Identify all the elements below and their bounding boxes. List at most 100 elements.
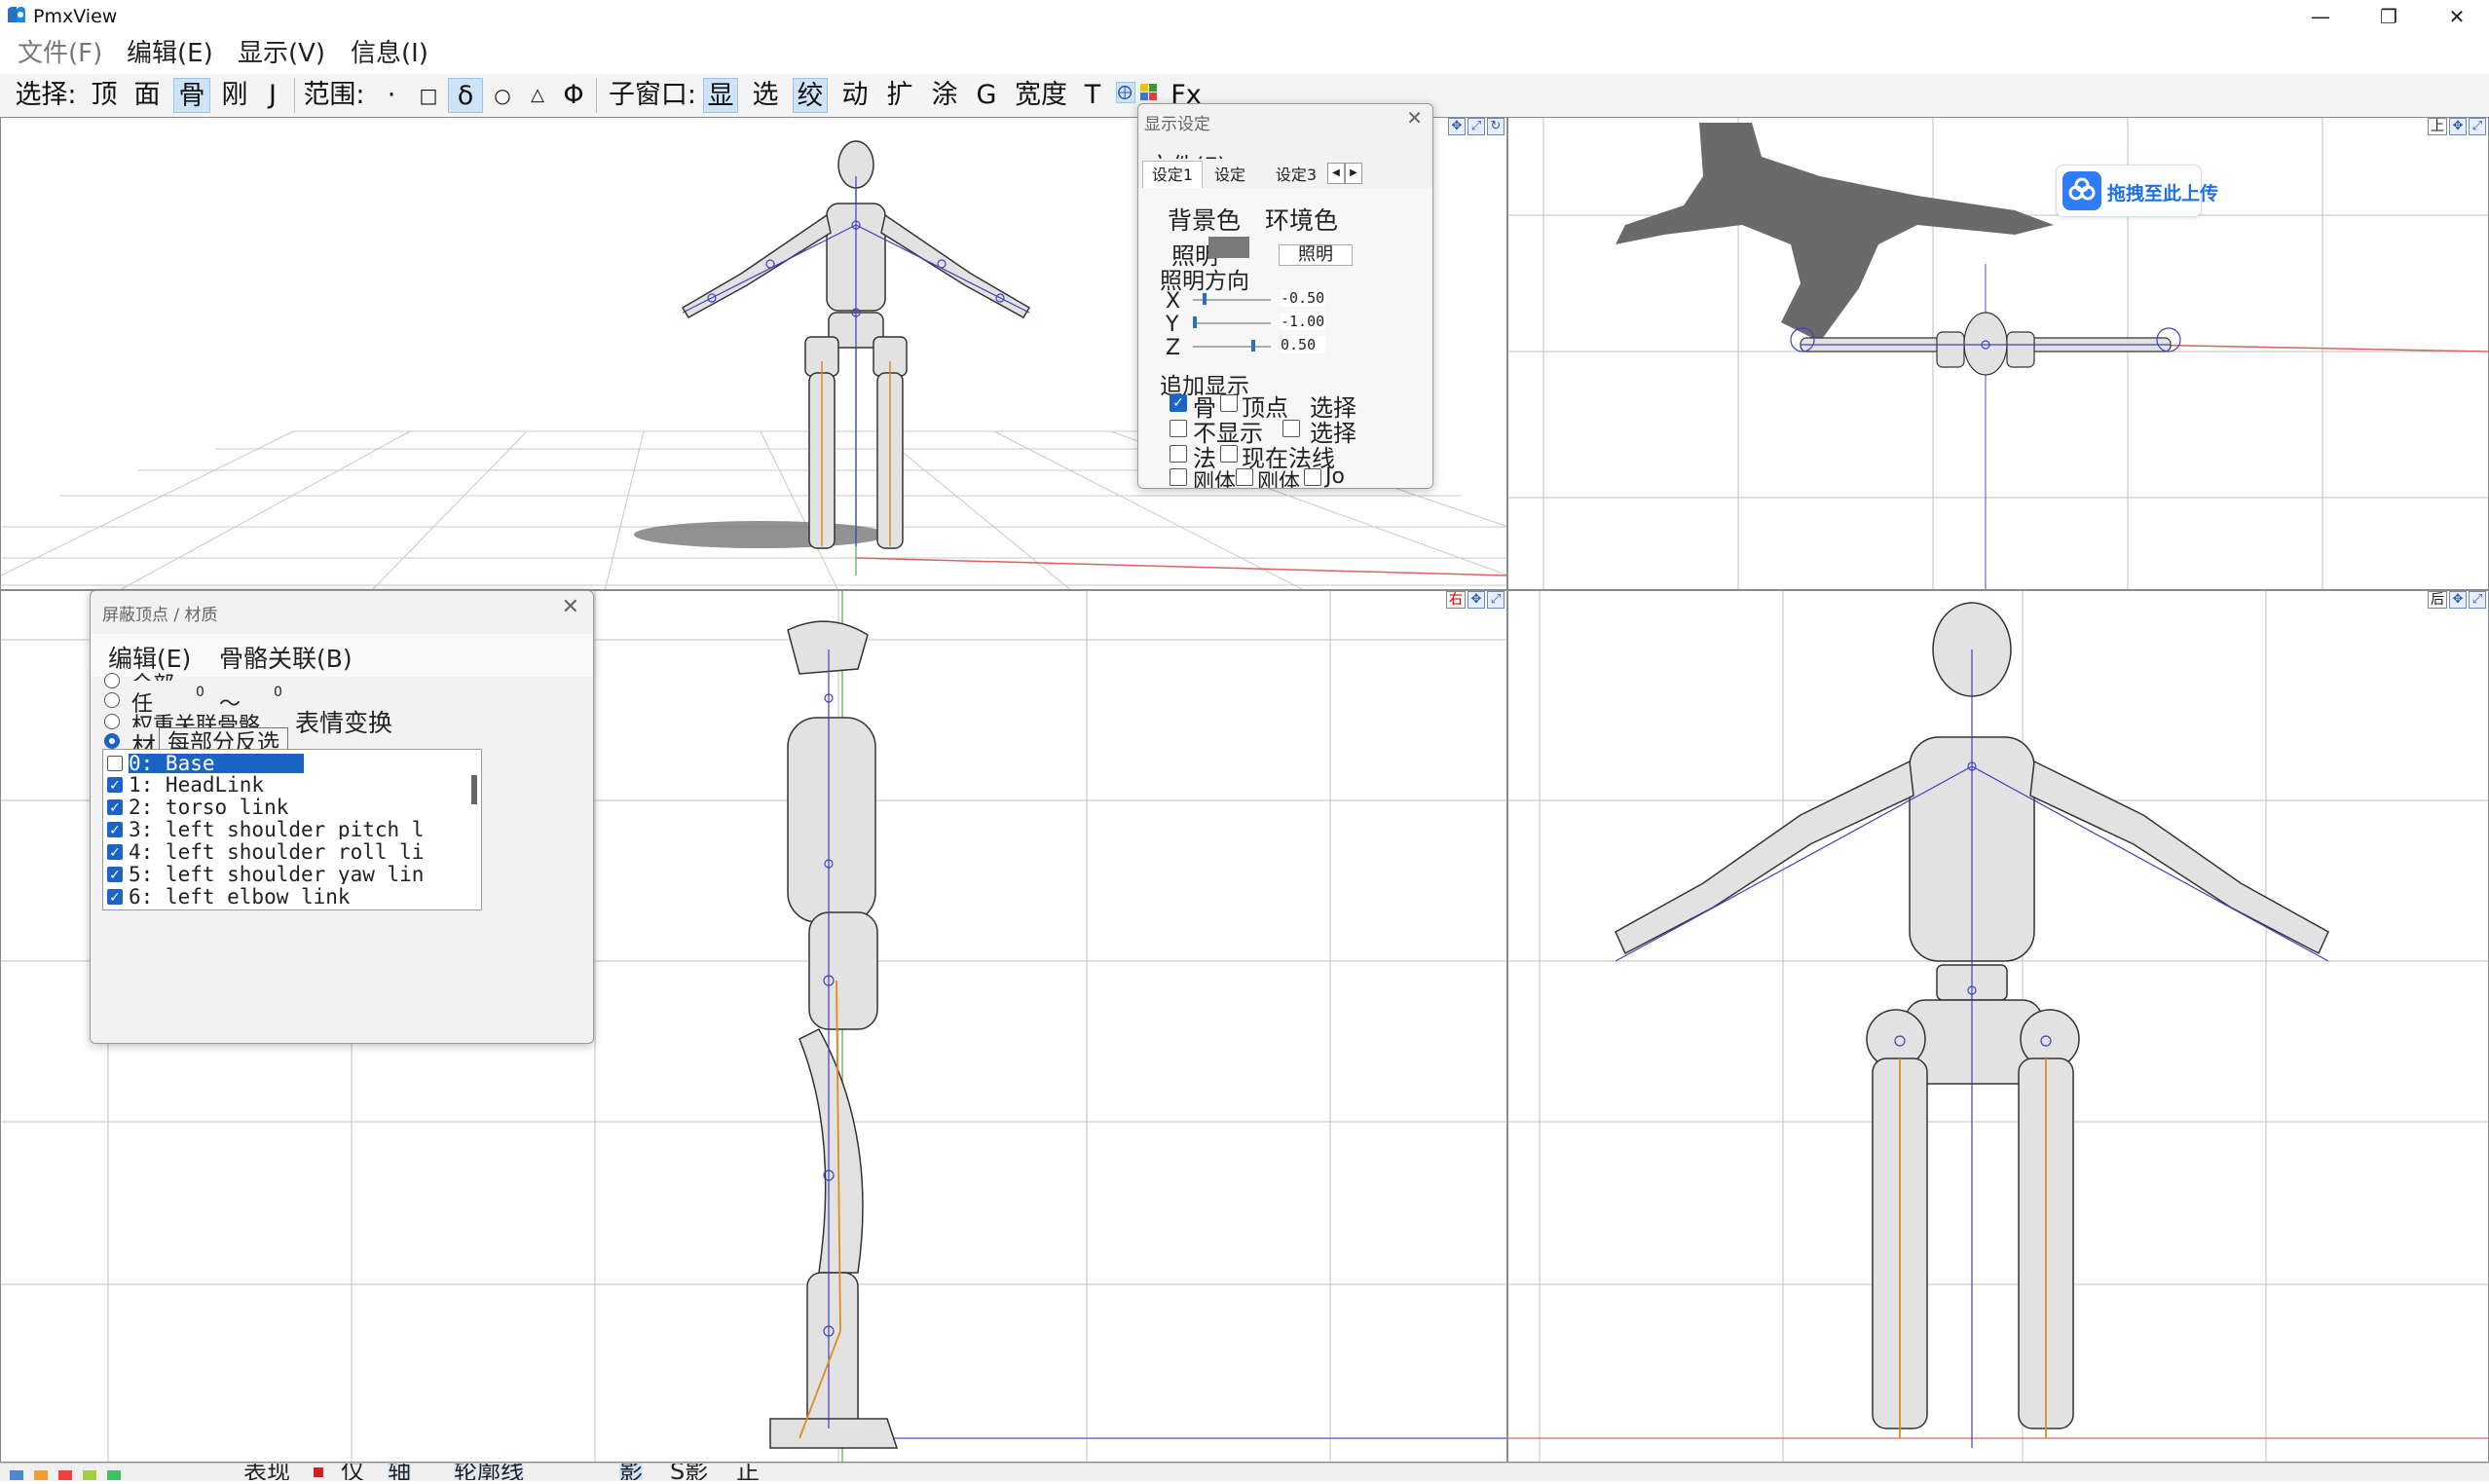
rigid-checkbox[interactable] [1170, 468, 1187, 486]
select-vertex-button[interactable]: 顶 [88, 78, 121, 113]
current-normal-checkbox[interactable] [1220, 445, 1238, 463]
subwin-paint-button[interactable]: 涂 [927, 78, 962, 113]
maximize-button[interactable]: ❐ [2355, 0, 2423, 33]
close-icon[interactable]: ✕ [562, 595, 579, 619]
viewport-back[interactable]: 后 ✥ ⤢ [1507, 590, 2489, 1463]
menu-view[interactable]: 显示(V) [238, 35, 325, 72]
subwin-expand-button[interactable]: 扩 [882, 78, 917, 113]
material-checkbox[interactable] [107, 889, 123, 905]
slider-z-thumb[interactable] [1251, 340, 1255, 352]
subwin-select-button[interactable]: 选 [748, 78, 783, 113]
material-item[interactable]: 2: torso link [129, 798, 288, 818]
subwin-g-button[interactable]: G [972, 78, 1001, 113]
subwin-t-button[interactable]: T [1079, 78, 1106, 113]
move-view-icon[interactable]: ✥ [1467, 591, 1485, 609]
morph-button[interactable]: 表情变换 [295, 704, 392, 739]
slider-x[interactable] [1193, 293, 1271, 305]
status-outline[interactable]: 轮廓线 [454, 1464, 524, 1480]
zoom-view-icon[interactable]: ⤢ [1487, 591, 1505, 609]
background-color-button[interactable]: 背景色 [1168, 202, 1241, 237]
lighting-button[interactable]: 照明 [1279, 244, 1353, 266]
zoom-view-icon[interactable]: ⤢ [2469, 118, 2486, 135]
move-view-icon[interactable]: ✥ [1448, 118, 1466, 135]
upload-badge[interactable]: 拖拽至此上传 [2056, 165, 2218, 217]
light-color-swatch[interactable] [1208, 237, 1249, 258]
axis-z-value[interactable]: 0.50 [1281, 336, 1325, 353]
subwin-width-button[interactable]: 宽度 [1009, 78, 1073, 113]
tab-settings3[interactable]: 设定3 [1267, 163, 1325, 188]
range-to[interactable]: 0 [274, 685, 282, 700]
tab-next-icon[interactable]: ▶ [1345, 163, 1362, 184]
globe-icon[interactable] [1116, 82, 1135, 103]
slider-y[interactable] [1193, 316, 1271, 328]
mask-menu-bone[interactable]: 骨骼关联(B) [219, 640, 353, 675]
range-phi-button[interactable]: Φ [559, 78, 588, 113]
rotate-view-icon[interactable]: ↻ [1487, 118, 1505, 135]
environment-color-button[interactable]: 环境色 [1265, 202, 1338, 237]
tab-settings2[interactable]: 设定 [1201, 163, 1259, 188]
select-bone-button[interactable]: 骨 [173, 78, 210, 113]
material-checkbox[interactable] [107, 777, 123, 793]
bone-checkbox[interactable] [1170, 394, 1187, 412]
slider-x-thumb[interactable] [1203, 293, 1207, 305]
material-checkbox[interactable] [107, 799, 123, 815]
grid-color-icon[interactable] [1139, 82, 1159, 103]
material-item[interactable]: 0: Base [129, 754, 304, 773]
minimize-button[interactable]: — [2286, 0, 2355, 33]
status-axis[interactable]: 轴 [388, 1464, 411, 1480]
select-rigid-button[interactable]: 刚 [218, 78, 251, 113]
close-icon[interactable]: ✕ [1406, 106, 1423, 130]
material-item[interactable]: 6: left elbow link [129, 887, 351, 907]
list-scrollbar[interactable] [471, 775, 477, 804]
select-joint-button[interactable]: J [259, 78, 286, 113]
tab-settings1[interactable]: 设定1 [1142, 161, 1203, 189]
range-delta-button[interactable]: δ [448, 78, 483, 113]
hide-checkbox[interactable] [1170, 420, 1187, 437]
material-checkbox[interactable] [107, 822, 123, 837]
status-only[interactable]: 仅 [341, 1464, 364, 1480]
status-self-shadow[interactable]: S影 [670, 1464, 708, 1480]
move-view-icon[interactable]: ✥ [2449, 591, 2467, 609]
joint-checkbox[interactable] [1304, 468, 1321, 486]
rigid2-checkbox[interactable] [1236, 468, 1253, 486]
status-ortho[interactable]: 正 [736, 1464, 760, 1480]
tab-prev-icon[interactable]: ◀ [1327, 163, 1345, 184]
range-circle-button[interactable]: ○ [489, 78, 516, 113]
radio-material[interactable] [104, 733, 120, 749]
material-checkbox[interactable] [107, 867, 123, 882]
radio-all[interactable] [104, 673, 120, 688]
material-item[interactable]: 4: left shoulder roll li [129, 842, 456, 862]
move-view-icon[interactable]: ✥ [2449, 118, 2467, 135]
slider-y-thumb[interactable] [1193, 316, 1197, 328]
hide-select-checkbox[interactable] [1282, 420, 1300, 437]
zoom-view-icon[interactable]: ⤢ [2469, 591, 2486, 609]
material-item[interactable]: 1: HeadLink [129, 775, 264, 796]
viewport-top[interactable]: 拖拽至此上传 上 ✥ ⤢ [1507, 117, 2489, 590]
material-checkbox[interactable] [107, 844, 123, 860]
range-from[interactable]: 0 [196, 685, 204, 700]
status-expression[interactable]: 表现 [243, 1464, 290, 1480]
subwin-move-button[interactable]: 动 [837, 78, 873, 113]
material-item[interactable]: 5: left shoulder yaw lin [129, 865, 456, 884]
menu-info[interactable]: 信息(I) [351, 35, 428, 72]
material-item[interactable]: 3: left shoulder pitch l [129, 820, 456, 839]
select-face-button[interactable]: 面 [130, 78, 164, 113]
axis-x-value[interactable]: -0.50 [1281, 289, 1325, 307]
radio-any[interactable] [104, 692, 120, 708]
material-checkbox[interactable] [107, 756, 123, 771]
range-rect-button[interactable]: □ [415, 78, 442, 113]
range-point-button[interactable]: · [378, 78, 405, 113]
subwin-filter-button[interactable]: 绞 [793, 78, 828, 113]
radio-bone-weight[interactable] [104, 714, 120, 729]
normal-checkbox[interactable] [1170, 445, 1187, 463]
zoom-view-icon[interactable]: ⤢ [1467, 118, 1485, 135]
subwin-display-button[interactable]: 显 [703, 78, 738, 113]
slider-z[interactable] [1193, 340, 1271, 352]
material-list[interactable]: 0: Base 1: HeadLink 2: torso link 3: lef… [102, 749, 482, 910]
status-shadow[interactable]: 影 [619, 1464, 643, 1480]
menu-file[interactable]: 文件(F) [18, 35, 102, 72]
menu-edit[interactable]: 编辑(E) [127, 35, 213, 72]
vertex-checkbox[interactable] [1220, 394, 1238, 412]
range-triangle-button[interactable]: △ [524, 78, 551, 113]
close-window-button[interactable]: ✕ [2423, 0, 2489, 33]
